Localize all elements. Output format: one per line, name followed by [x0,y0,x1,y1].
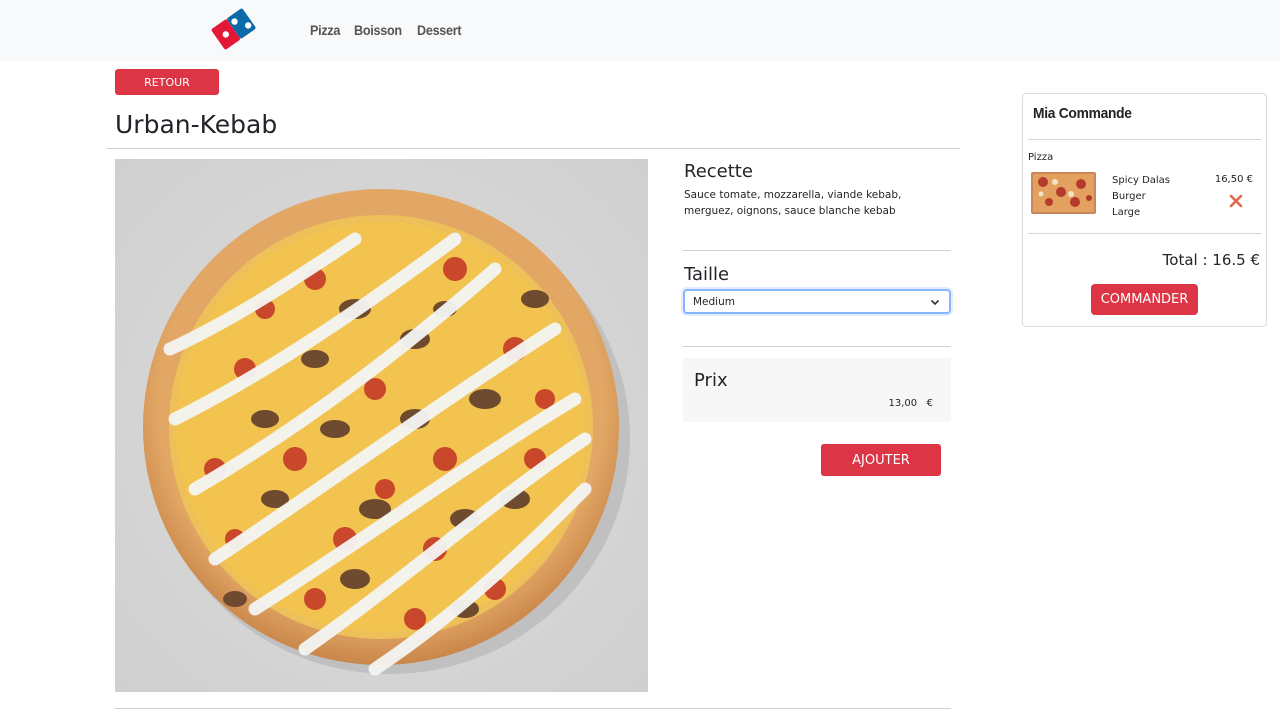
size-selected-value: Medium [693,295,735,308]
cart-item-divider [1028,233,1261,234]
order-panel: Mia Commande Pizza Spicy Dalas Burger La… [1022,93,1267,327]
nav-pizza[interactable]: Pizza [310,22,340,38]
back-button[interactable]: RETOUR [115,69,219,95]
size-divider [683,346,951,347]
order-title: Mia Commande [1033,105,1132,122]
nav-dessert[interactable]: Dessert [417,22,462,38]
bottom-divider [115,708,951,709]
nav-boisson[interactable]: Boisson [354,22,402,38]
recipe-divider [683,250,951,251]
close-icon[interactable] [1228,193,1244,209]
size-title: Taille [684,264,730,285]
recipe-title: Recette [684,161,753,182]
chevron-down-icon [929,296,941,308]
add-to-cart-button[interactable]: AJOUTER [821,444,941,476]
cart-item-price: 16,50 € [1214,174,1253,185]
recipe-text: Sauce tomate, mozzarella, viande kebab, … [684,189,902,217]
cart-item-name: Spicy Dalas [1112,175,1171,186]
navbar: Pizza Boisson Dessert [0,0,1280,61]
pizza-image [115,159,648,692]
dominos-logo[interactable] [207,3,263,59]
price-box: Prix 13,00 € [683,358,951,422]
cart-item-size: Large [1112,207,1141,218]
cart-total: Total : 16.5 € [1162,251,1260,269]
order-button[interactable]: COMMANDER [1091,284,1198,315]
title-divider [107,148,960,149]
price-value: 13,00 € [888,398,933,409]
cart-item-thumbnail [1031,172,1096,214]
size-select[interactable]: Medium [683,289,951,314]
cart-item-details: Spicy Dalas Burger Large [1112,173,1170,221]
cart-category: Pizza [1028,152,1054,163]
nav-links: Pizza Boisson Dessert [310,22,466,38]
cart-item-crust: Burger [1112,191,1146,202]
price-title: Prix [694,370,728,391]
product-title: Urban-Kebab [115,110,278,139]
order-title-divider [1028,139,1261,140]
